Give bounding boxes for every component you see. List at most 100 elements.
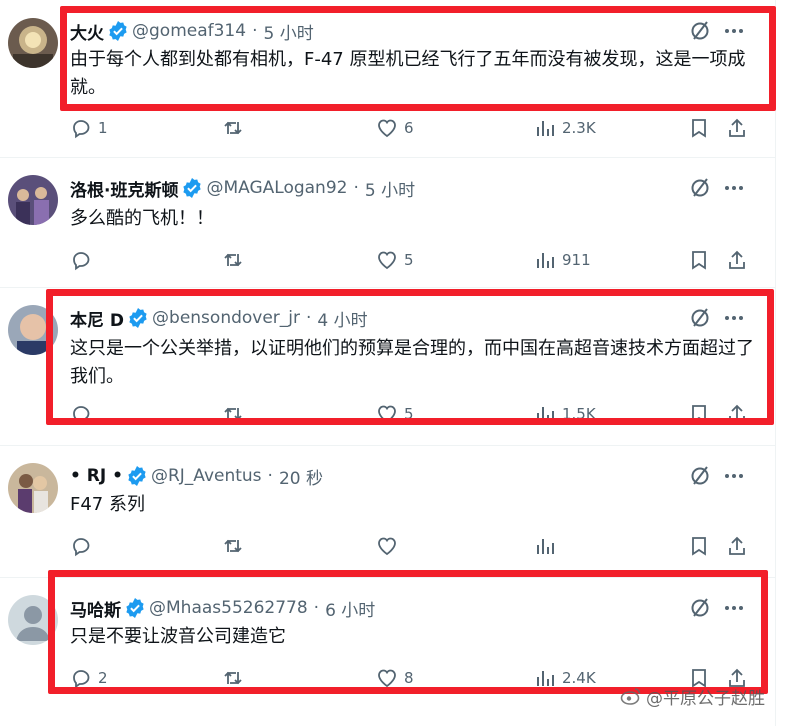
reply-button[interactable]: 1 <box>70 115 108 141</box>
bookmark-button[interactable] <box>688 401 710 427</box>
retweet-button[interactable] <box>222 401 250 427</box>
like-count: 6 <box>404 119 414 137</box>
tweet[interactable]: 洛根·班克斯顿 @MAGALogan92 · 5 小时 多么酷的飞机！！ 5 9… <box>0 157 775 288</box>
share-icon <box>729 118 745 137</box>
reply-icon <box>73 538 90 557</box>
author-handle[interactable]: @bensondover_jr <box>152 308 300 328</box>
reply-button[interactable]: 2 <box>70 665 108 691</box>
reply-icon <box>73 120 90 139</box>
avatar[interactable] <box>8 18 58 68</box>
views-chart-icon <box>537 253 554 268</box>
like-button[interactable]: 6 <box>376 115 414 141</box>
reply-button[interactable] <box>70 247 98 273</box>
views-button[interactable]: 911 <box>534 247 591 273</box>
author-name[interactable]: 马哈斯 <box>70 596 121 621</box>
author-name[interactable]: 洛根·班克斯顿 <box>70 176 178 201</box>
retweet-button[interactable] <box>222 247 250 273</box>
retweet-icon <box>224 253 242 267</box>
reply-count: 1 <box>98 119 108 137</box>
reply-button[interactable] <box>70 401 98 427</box>
avatar[interactable] <box>8 305 58 355</box>
tweet[interactable]: 本尼 D @bensondover_jr · 4 小时 这只是一个公关举措，以证… <box>0 287 775 446</box>
views-button[interactable]: 1.5K <box>534 401 596 427</box>
like-button[interactable]: 5 <box>376 247 414 273</box>
like-button[interactable]: 5 <box>376 401 414 427</box>
share-button[interactable] <box>726 247 748 273</box>
verified-badge-icon <box>128 466 146 486</box>
tweet-text: F47 系列 <box>70 494 145 515</box>
more-options-icon[interactable] <box>723 20 745 42</box>
bookmark-button[interactable] <box>688 115 710 141</box>
more-options-icon[interactable] <box>723 465 745 487</box>
views-chart-icon <box>537 671 554 686</box>
tweet-actions: 5 911 <box>70 247 760 273</box>
share-icon <box>729 250 745 269</box>
more-options-icon[interactable] <box>723 177 745 199</box>
tweet-text: 多么酷的飞机！！ <box>70 208 214 229</box>
reply-count: 2 <box>98 669 108 687</box>
like-button[interactable]: 8 <box>376 665 414 691</box>
verified-badge-icon <box>129 308 147 328</box>
retweet-button[interactable] <box>222 665 250 691</box>
author-name[interactable]: 大火 <box>70 19 104 44</box>
tweet[interactable]: 大火 @gomeaf314 · 5 小时 由于每个人都到处都有相机，F-47 原… <box>0 0 775 158</box>
view-count: 911 <box>562 251 591 269</box>
bookmark-icon <box>692 537 706 556</box>
views-button[interactable] <box>534 533 562 559</box>
bookmark-button[interactable] <box>688 533 710 559</box>
timestamp[interactable]: 6 小时 <box>325 596 375 621</box>
reply-button[interactable] <box>70 533 98 559</box>
grok-icon[interactable] <box>689 177 711 199</box>
view-count: 2.3K <box>562 119 596 137</box>
share-icon <box>729 404 745 423</box>
timestamp[interactable]: 4 小时 <box>317 306 367 331</box>
grok-icon[interactable] <box>689 307 711 329</box>
heart-icon <box>378 669 396 688</box>
heart-icon <box>378 251 396 270</box>
timestamp[interactable]: 5 小时 <box>263 19 313 44</box>
grok-icon[interactable] <box>689 597 711 619</box>
view-count: 2.4K <box>562 669 596 687</box>
separator: · <box>306 308 312 328</box>
bookmark-icon <box>692 251 706 270</box>
avatar[interactable] <box>8 595 58 645</box>
avatar[interactable] <box>8 175 58 225</box>
share-button[interactable] <box>726 401 748 427</box>
views-button[interactable]: 2.4K <box>534 665 596 691</box>
author-handle[interactable]: @gomeaf314 <box>132 21 246 41</box>
tweet-actions: 5 1.5K <box>70 401 760 427</box>
author-name[interactable]: 本尼 D <box>70 306 124 331</box>
author-handle[interactable]: @MAGALogan92 <box>206 178 347 198</box>
weibo-logo-icon <box>620 688 641 705</box>
tweet-text: 只是不要让波音公司建造它 <box>70 626 286 647</box>
grok-icon[interactable] <box>689 465 711 487</box>
bookmark-button[interactable] <box>688 247 710 273</box>
timestamp[interactable]: 5 小时 <box>365 176 415 201</box>
share-icon <box>729 536 745 555</box>
tweet-text: 这只是一个公关举措，以证明他们的预算是合理的，而中国在高超音速技术方面超过了我们… <box>70 338 754 387</box>
author-handle[interactable]: @Mhaas55262778 <box>149 598 308 618</box>
heart-icon <box>378 537 396 556</box>
more-options-icon[interactable] <box>723 307 745 329</box>
author-handle[interactable]: @RJ_Aventus <box>151 466 262 486</box>
share-button[interactable] <box>726 115 748 141</box>
author-name[interactable]: • RJ • <box>70 466 123 486</box>
verified-badge-icon <box>126 598 144 618</box>
view-count: 1.5K <box>562 405 596 423</box>
more-options-icon[interactable] <box>723 597 745 619</box>
bookmark-icon <box>692 405 706 424</box>
verified-badge-icon <box>183 178 202 198</box>
grok-icon[interactable] <box>689 20 711 42</box>
timestamp[interactable]: 20 秒 <box>279 464 323 489</box>
like-button[interactable] <box>376 533 404 559</box>
retweet-button[interactable] <box>222 533 250 559</box>
retweet-icon <box>224 539 242 553</box>
share-button[interactable] <box>726 533 748 559</box>
views-button[interactable]: 2.3K <box>534 115 596 141</box>
views-chart-icon <box>537 407 554 422</box>
tweet[interactable]: • RJ • @RJ_Aventus · 20 秒 F47 系列 <box>0 445 775 578</box>
avatar[interactable] <box>8 463 58 513</box>
retweet-button[interactable] <box>222 115 250 141</box>
separator: · <box>252 21 258 41</box>
separator: · <box>267 466 273 486</box>
